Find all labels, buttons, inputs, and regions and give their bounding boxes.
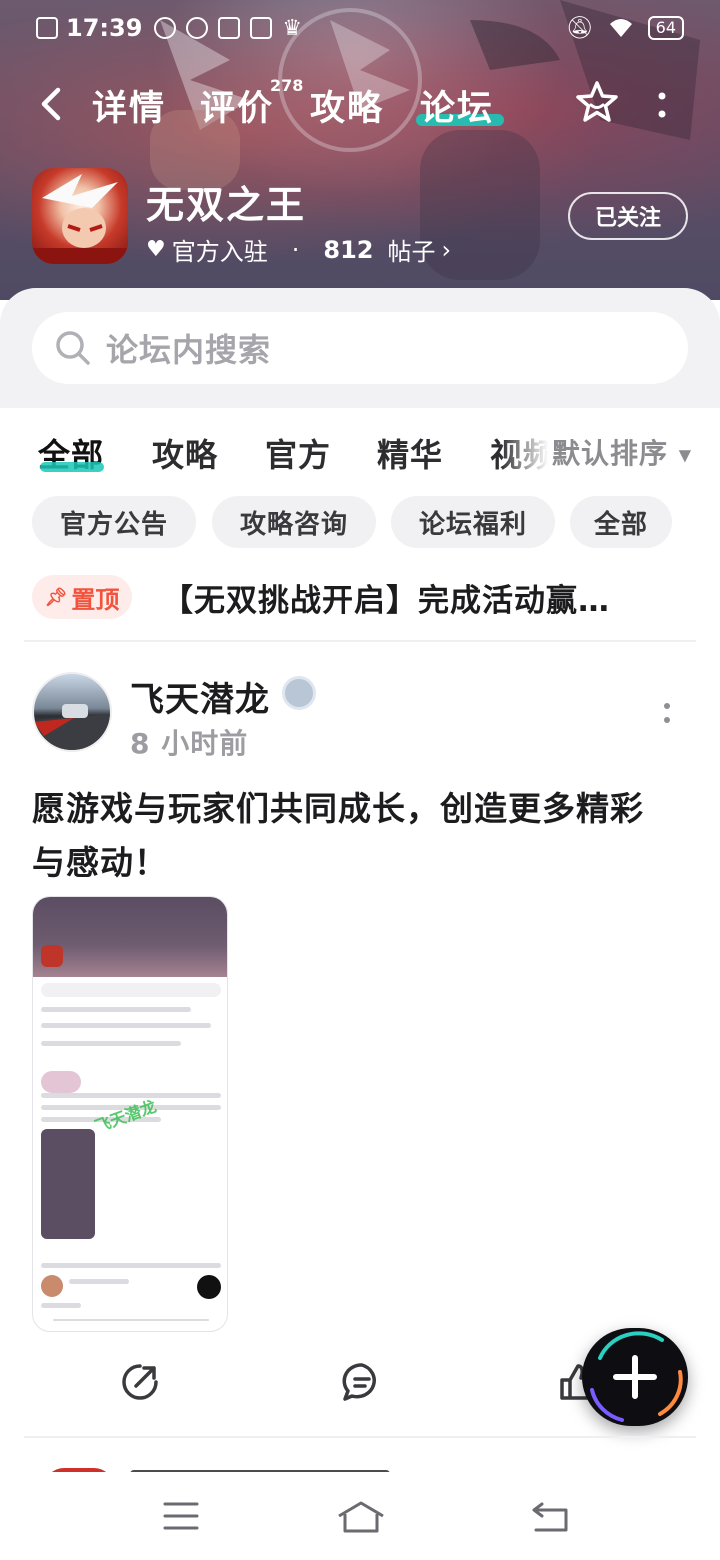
pinned-post[interactable]: 📌︎ 置顶 【无双挑战开启】完成活动赢… xyxy=(32,570,688,624)
thumbnail-avatar xyxy=(41,1275,63,1297)
author-level-badge-icon xyxy=(282,676,316,710)
thumbnail-line xyxy=(69,1279,129,1284)
home-icon[interactable] xyxy=(336,1500,386,1534)
search-icon xyxy=(56,331,90,365)
chip-official-notice[interactable]: 官方公告 xyxy=(32,496,196,548)
thumbnail-line xyxy=(41,1041,181,1046)
category-chips: 官方公告 攻略咨询 论坛福利 全部 xyxy=(0,494,720,554)
back-nav-icon[interactable] xyxy=(530,1500,570,1534)
verified-heart-icon: ♥ xyxy=(146,237,166,262)
pin-icon: 📌︎ xyxy=(44,586,68,608)
tab-guides[interactable]: 攻略 xyxy=(310,80,384,131)
pinned-badge-label: 置顶 xyxy=(71,585,120,614)
app-icon xyxy=(218,17,241,39)
post-image-thumbnail[interactable]: 飞天潜龙 xyxy=(32,896,228,1332)
thumbnail-fab xyxy=(197,1275,221,1299)
favorite-icon[interactable] xyxy=(574,80,620,126)
tab-details[interactable]: 详情 xyxy=(92,80,166,131)
app-icon xyxy=(186,17,209,39)
battery-indicator: 64 xyxy=(647,16,684,40)
tab-reviews[interactable]: 评价 xyxy=(200,80,274,131)
post-count[interactable]: 812 xyxy=(323,236,373,264)
search-placeholder: 论坛内搜索 xyxy=(106,331,272,369)
author-name[interactable]: 飞天潜龙 xyxy=(130,672,270,721)
system-navigation-bar xyxy=(0,1472,720,1560)
post-body[interactable]: 愿游戏与玩家们共同成长，创造更多精彩与感动！ xyxy=(32,782,672,890)
game-title: 无双之王 xyxy=(146,183,307,227)
thumbnail-line xyxy=(41,1303,81,1308)
notification-icons: ♛ xyxy=(154,16,302,41)
chip-guide-consult[interactable]: 攻略咨询 xyxy=(212,496,376,548)
divider xyxy=(24,640,696,642)
post-unit[interactable]: 帖子 xyxy=(387,232,435,267)
official-label: 官方入驻 xyxy=(171,238,268,266)
app-icon xyxy=(250,17,273,39)
thumbnail-line xyxy=(41,1263,221,1268)
filter-tab-official[interactable]: 官方 xyxy=(265,430,331,476)
status-time: 17:39 xyxy=(66,14,143,42)
share-icon[interactable] xyxy=(118,1360,162,1404)
status-bar: 17:39 ♛ 🔕︎ 64 xyxy=(0,0,720,56)
thumbnail-line xyxy=(53,1319,209,1321)
top-nav: 详情 评价 278 攻略 论坛 xyxy=(0,70,720,140)
sort-dropdown[interactable]: 默认排序 ▼ xyxy=(552,432,692,472)
divider xyxy=(24,1436,696,1438)
back-icon[interactable] xyxy=(34,84,70,124)
game-app-icon xyxy=(32,168,128,264)
sim-icon xyxy=(36,17,58,39)
chip-forum-welfare[interactable]: 论坛福利 xyxy=(391,496,555,548)
wifi-icon xyxy=(609,19,632,37)
game-meta: ♥ 官方入驻 · 812 帖子 › xyxy=(146,232,451,267)
mute-icon: 🔕︎ xyxy=(565,15,594,41)
filter-active-indicator xyxy=(40,462,104,472)
thumbnail-avatar xyxy=(41,1071,81,1093)
thumbnail-line xyxy=(41,1023,211,1028)
meta-separator: · xyxy=(291,235,300,264)
leaf-icon xyxy=(154,17,177,39)
thumbnail-nested-image xyxy=(41,1129,95,1239)
filter-tab-guides[interactable]: 攻略 xyxy=(152,430,218,476)
sort-label: 默认排序 xyxy=(552,437,669,470)
comment-icon[interactable] xyxy=(340,1360,384,1404)
pinned-title: 【无双挑战开启】完成活动赢… xyxy=(162,582,610,619)
filter-tab-featured[interactable]: 精华 xyxy=(377,430,443,476)
forum-page: 17:39 ♛ 🔕︎ 64 详情 评价 278 攻略 论坛 无双之王 ♥ 官方入… xyxy=(0,0,720,1560)
post-time: 8 小时前 xyxy=(130,727,249,760)
thumbnail-app-icon xyxy=(41,945,63,967)
post-more-icon[interactable] xyxy=(660,700,674,728)
create-post-button[interactable] xyxy=(582,1328,688,1426)
thumbnail-line xyxy=(41,1093,221,1098)
thumbnail-watermark: 飞天潜龙 xyxy=(92,1096,159,1137)
caret-down-icon: ▼ xyxy=(678,445,693,465)
system-icons: 🔕︎ 64 xyxy=(566,16,684,41)
thumbnail-search xyxy=(41,983,221,997)
crown-icon: ♛ xyxy=(282,15,303,41)
search-panel: 论坛内搜索 xyxy=(0,288,720,408)
chip-all[interactable]: 全部 xyxy=(570,496,672,548)
reviews-count-badge: 278 xyxy=(270,76,304,95)
more-vertical-icon[interactable] xyxy=(652,86,672,126)
plus-icon xyxy=(590,1331,683,1422)
chevron-right-icon[interactable]: › xyxy=(441,236,451,264)
tab-forum[interactable]: 论坛 xyxy=(420,80,494,131)
game-header: 17:39 ♛ 🔕︎ 64 详情 评价 278 攻略 论坛 无双之王 ♥ 官方入… xyxy=(0,0,720,300)
pinned-badge: 📌︎ 置顶 xyxy=(32,575,132,619)
search-input[interactable]: 论坛内搜索 xyxy=(32,312,688,384)
filter-tabs: 全部 攻略 官方 精华 视频 默认排序 ▼ xyxy=(0,408,720,492)
menu-icon[interactable] xyxy=(162,1500,200,1532)
thumbnail-line xyxy=(41,1007,191,1012)
thumbnail-header xyxy=(33,897,227,977)
avatar[interactable] xyxy=(32,672,112,752)
follow-button[interactable]: 已关注 xyxy=(568,192,688,240)
